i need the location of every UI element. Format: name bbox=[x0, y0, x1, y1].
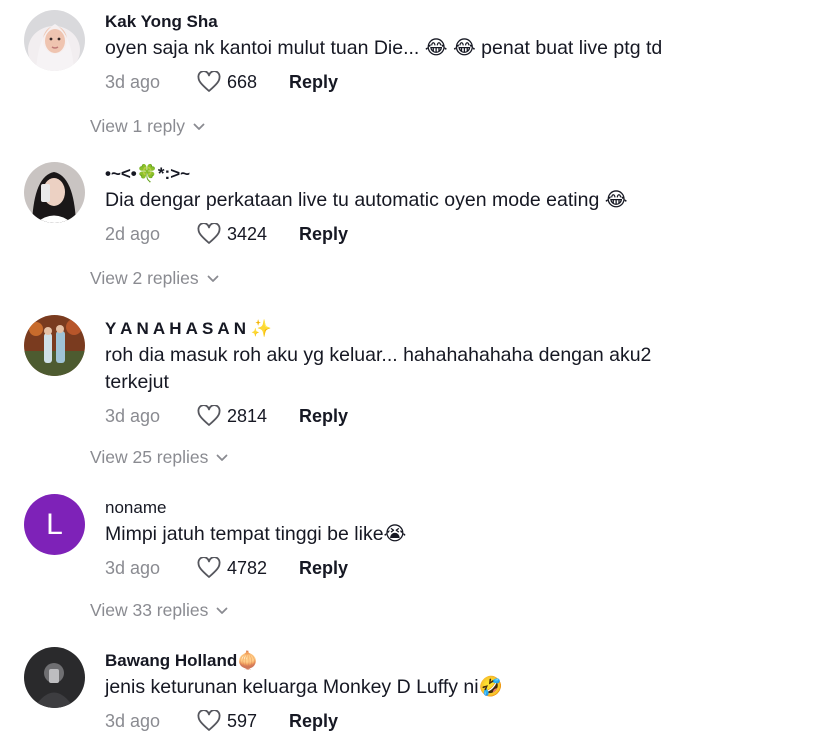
comment-meta: 3d ago 668 Reply bbox=[105, 67, 793, 97]
avatar[interactable] bbox=[24, 315, 85, 376]
view-replies-button[interactable]: View 2 replies bbox=[90, 268, 219, 289]
like-button[interactable]: 4782 bbox=[197, 557, 267, 579]
comment-date: 3d ago bbox=[105, 557, 161, 578]
heart-outline-icon bbox=[197, 71, 221, 92]
chevron-down-icon bbox=[193, 123, 205, 130]
comment-meta: 3d ago 4782 Reply bbox=[105, 553, 793, 583]
comment-username[interactable]: Y A N A H A S A N ✨ bbox=[105, 319, 793, 339]
reply-button[interactable]: Reply bbox=[299, 558, 348, 579]
comment-username[interactable]: •~<•🍀*:>~ bbox=[105, 164, 793, 184]
like-count: 4782 bbox=[227, 557, 268, 578]
view-replies-button[interactable]: View 1 reply bbox=[90, 116, 205, 137]
comment-text: Mimpi jatuh tempat tinggi be like😭 bbox=[105, 523, 407, 545]
view-replies-button[interactable]: View 33 replies bbox=[90, 600, 228, 621]
reply-button[interactable]: Reply bbox=[289, 72, 338, 93]
comment-date: 3d ago bbox=[105, 710, 161, 731]
heart-outline-icon bbox=[197, 223, 221, 244]
comment-date: 2d ago bbox=[105, 223, 161, 244]
chevron-down-icon bbox=[207, 275, 219, 282]
avatar[interactable] bbox=[24, 647, 85, 708]
chevron-down-icon bbox=[216, 607, 228, 614]
reply-button[interactable]: Reply bbox=[299, 406, 348, 427]
comment-username[interactable]: Bawang Holland🧅 bbox=[105, 651, 793, 671]
like-button[interactable]: 3424 bbox=[197, 223, 267, 245]
reply-button[interactable]: Reply bbox=[289, 711, 338, 732]
comment-meta: 2d ago 3424 Reply bbox=[105, 219, 793, 249]
comment-date: 3d ago bbox=[105, 405, 161, 426]
comment-text: Dia dengar perkataan live tu automatic o… bbox=[105, 189, 628, 211]
comment-text: roh dia masuk roh aku yg keluar... hahah… bbox=[105, 344, 652, 393]
comment-meta: 3d ago 2814 Reply bbox=[105, 401, 793, 431]
avatar-letter: L bbox=[46, 507, 63, 541]
comment-meta: 3d ago 597 Reply bbox=[105, 706, 793, 736]
like-count: 3424 bbox=[227, 223, 268, 244]
avatar[interactable] bbox=[24, 10, 85, 71]
comment-date: 3d ago bbox=[105, 71, 161, 92]
comment-username[interactable]: Kak Yong Sha bbox=[105, 12, 793, 32]
like-count: 597 bbox=[227, 710, 258, 731]
like-button[interactable]: 597 bbox=[197, 710, 257, 732]
view-replies-button[interactable]: View 25 replies bbox=[90, 447, 228, 468]
comment-text: jenis keturunan keluarga Monkey D Luffy … bbox=[105, 676, 503, 698]
heart-outline-icon bbox=[197, 557, 221, 578]
chevron-down-icon bbox=[216, 454, 228, 461]
like-count: 668 bbox=[227, 71, 258, 92]
like-button[interactable]: 668 bbox=[197, 71, 257, 93]
avatar[interactable]: L bbox=[24, 494, 85, 555]
comment-text: oyen saja nk kantoi mulut tuan Die... 😂 … bbox=[105, 37, 663, 59]
comment-username[interactable]: noname bbox=[105, 498, 793, 518]
avatar[interactable] bbox=[24, 162, 85, 223]
reply-button[interactable]: Reply bbox=[299, 224, 348, 245]
heart-outline-icon bbox=[197, 405, 221, 426]
like-button[interactable]: 2814 bbox=[197, 405, 267, 427]
heart-outline-icon bbox=[197, 710, 221, 731]
like-count: 2814 bbox=[227, 405, 268, 426]
